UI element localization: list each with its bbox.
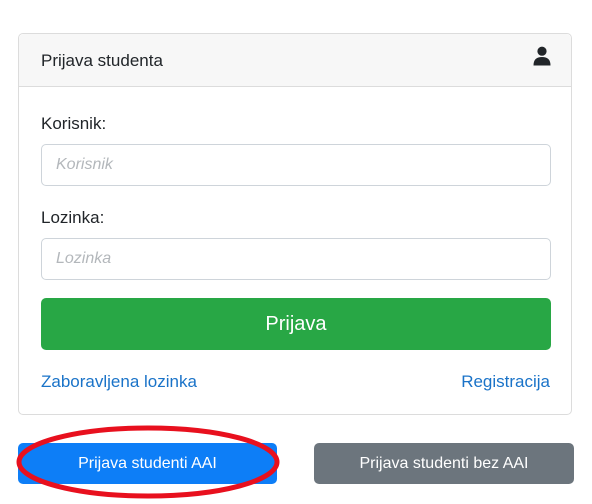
card-title: Prijava studenta (41, 51, 163, 70)
login-button[interactable]: Prijava (41, 298, 551, 350)
register-link[interactable]: Registracija (461, 372, 550, 392)
card-header: Prijava studenta (19, 34, 571, 87)
username-label: Korisnik: (41, 114, 107, 133)
aai-login-button[interactable]: Prijava studenti AAI (18, 443, 277, 484)
forgot-password-link[interactable]: Zaboravljena lozinka (41, 372, 197, 392)
login-card: Prijava studenta Korisnik: Lozinka: Prij… (18, 33, 572, 415)
user-icon (533, 46, 551, 66)
password-label: Lozinka: (41, 208, 105, 227)
username-input[interactable] (41, 144, 551, 186)
non-aai-login-button[interactable]: Prijava studenti bez AAI (314, 443, 574, 484)
password-input[interactable] (41, 238, 551, 280)
